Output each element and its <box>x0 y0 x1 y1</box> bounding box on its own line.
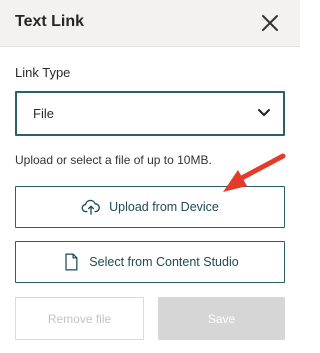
cloud-upload-icon <box>81 199 101 215</box>
upload-help-text: Upload or select a file of up to 10MB. <box>15 153 212 167</box>
link-type-select[interactable]: File <box>15 91 285 136</box>
select-from-content-studio-button[interactable]: Select from Content Studio <box>15 241 285 283</box>
close-button[interactable] <box>258 11 282 35</box>
studio-button-label: Select from Content Studio <box>89 255 239 269</box>
link-type-value: File <box>33 106 54 121</box>
chevron-down-icon <box>258 109 270 116</box>
arrow-shaft <box>235 153 286 183</box>
save-button[interactable]: Save <box>158 297 285 340</box>
document-icon <box>65 253 78 271</box>
upload-from-device-button[interactable]: Upload from Device <box>15 186 285 228</box>
close-icon <box>262 15 278 31</box>
upload-button-label: Upload from Device <box>109 200 219 214</box>
panel-title: Text Link <box>15 13 85 30</box>
panel-header: Text Link <box>0 0 300 47</box>
link-type-label: Link Type <box>15 65 71 80</box>
text-link-panel: Text Link Link Type File Upload or selec… <box>0 0 300 353</box>
remove-file-button[interactable]: Remove file <box>15 297 144 340</box>
